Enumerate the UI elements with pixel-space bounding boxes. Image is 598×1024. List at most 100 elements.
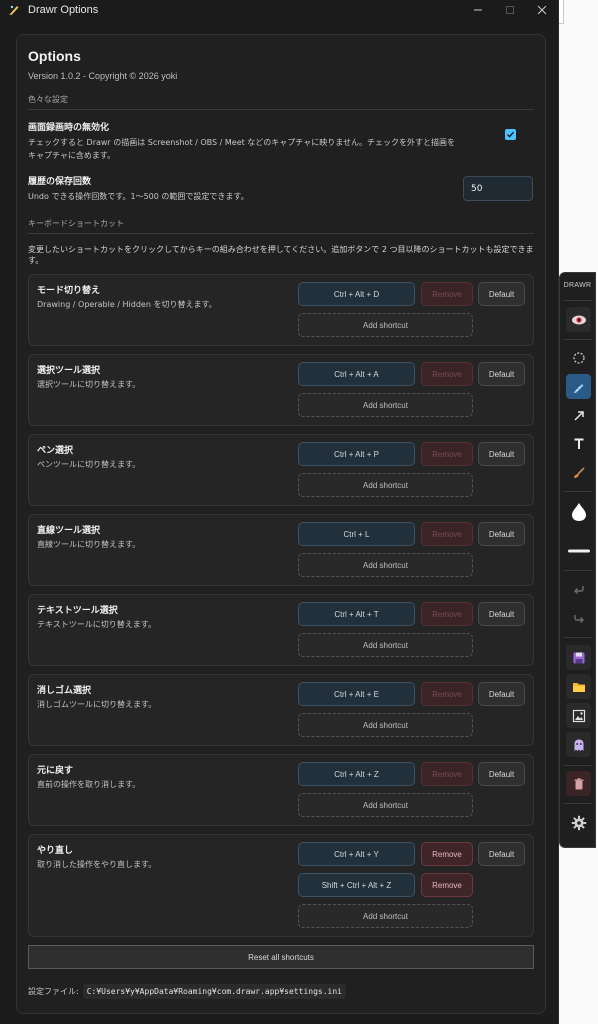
remove-shortcut-button[interactable]: Remove — [421, 602, 473, 626]
close-button[interactable] — [526, 0, 558, 20]
toolbar-divider — [564, 300, 592, 301]
brush-tool-button[interactable] — [566, 460, 591, 485]
ghost-mode-button[interactable] — [566, 732, 591, 757]
lasso-select-icon — [572, 351, 585, 364]
settings-button[interactable] — [566, 810, 591, 835]
shortcut-key-button[interactable]: Ctrl + L — [298, 522, 415, 546]
shortcut-key-button[interactable]: Ctrl + Alt + P — [298, 442, 415, 466]
add-shortcut-button[interactable]: Add shortcut — [298, 313, 473, 337]
remove-shortcut-button[interactable]: Remove — [421, 842, 473, 866]
arrow-icon — [573, 410, 584, 421]
add-shortcut-button[interactable]: Add shortcut — [298, 393, 473, 417]
shortcut-description: 選択ツールに切り替えます。 — [37, 380, 141, 389]
add-shortcut-button[interactable]: Add shortcut — [298, 713, 473, 737]
settings-file-path: C:¥Users¥y¥AppData¥Roaming¥com.drawr.app… — [82, 984, 346, 999]
shortcut-description: 取り消した操作をやり直します。 — [37, 860, 157, 869]
toolbar-title: DRAWR — [563, 282, 592, 289]
shortcut-key-button[interactable]: Ctrl + Alt + Y — [298, 842, 415, 866]
toolbar-divider — [564, 339, 592, 340]
add-shortcut-button[interactable]: Add shortcut — [298, 473, 473, 497]
shortcut-card: 消しゴム選択 消しゴムツールに切り替えます。 Ctrl + Alt + E Remov… — [28, 674, 534, 746]
stroke-width-button[interactable] — [566, 538, 591, 563]
redo-icon — [573, 614, 584, 623]
toolbar-divider — [564, 765, 592, 766]
shortcut-name: モード切り替え — [37, 286, 101, 296]
title-bar[interactable]: Drawr Options — [0, 0, 558, 20]
shortcut-name: テキストツール選択 — [37, 606, 118, 616]
export-image-button[interactable] — [566, 703, 591, 728]
shortcut-card: 選択ツール選択 選択ツールに切り替えます。 Ctrl + Alt + A Remove… — [28, 354, 534, 426]
default-shortcut-button[interactable]: Default — [478, 522, 525, 546]
remove-shortcut-button[interactable]: Remove — [421, 282, 473, 306]
shortcut-key-button[interactable]: Ctrl + Alt + D — [298, 282, 415, 306]
app-icon — [8, 4, 20, 16]
add-shortcut-button[interactable]: Add shortcut — [298, 904, 473, 928]
default-shortcut-button[interactable]: Default — [478, 442, 525, 466]
shortcut-key-button[interactable]: Shift + Ctrl + Alt + Z — [298, 873, 415, 897]
visibility-toggle-button[interactable] — [566, 307, 591, 332]
clear-canvas-button[interactable] — [566, 771, 591, 796]
remove-shortcut-button[interactable]: Remove — [421, 522, 473, 546]
section-misc-heading: 色々な設定 — [28, 94, 534, 110]
eye-icon — [571, 315, 586, 324]
open-folder-icon — [572, 682, 585, 692]
minimize-button[interactable] — [462, 0, 494, 20]
remove-shortcut-button[interactable]: Remove — [421, 762, 473, 786]
add-shortcut-button[interactable]: Add shortcut — [298, 633, 473, 657]
shortcut-description: 直線ツールに切り替えます。 — [37, 540, 141, 549]
shortcut-list: モード切り替え Drawing / Operable / Hidden を切り替え… — [28, 274, 534, 937]
reset-all-shortcuts-button[interactable]: Reset all shortcuts — [28, 945, 534, 969]
disable-capture-label: 画面録画時の無効化 — [28, 123, 110, 133]
remove-shortcut-button[interactable]: Remove — [421, 442, 473, 466]
disable-capture-desc: チェックすると Drawr の描画は Screenshot / OBS / Me… — [28, 138, 455, 160]
remove-shortcut-button[interactable]: Remove — [421, 682, 473, 706]
history-count-input[interactable]: 50 — [463, 176, 533, 201]
shortcut-card: テキストツール選択 テキストツールに切り替えます。 Ctrl + Alt + T Re… — [28, 594, 534, 666]
toolbar-divider — [564, 637, 592, 638]
brush-icon — [573, 466, 585, 478]
toolbar-divider — [564, 491, 592, 492]
checkmark-icon — [507, 131, 515, 138]
page-title: Options — [28, 48, 81, 64]
default-shortcut-button[interactable]: Default — [478, 842, 525, 866]
open-button[interactable] — [566, 674, 591, 699]
stroke-width-icon — [567, 549, 590, 552]
pen-tool-button[interactable] — [566, 374, 591, 399]
default-shortcut-button[interactable]: Default — [478, 282, 525, 306]
opacity-button[interactable] — [566, 499, 591, 524]
shortcut-key-button[interactable]: Ctrl + Alt + A — [298, 362, 415, 386]
default-shortcut-button[interactable]: Default — [478, 762, 525, 786]
text-icon — [574, 438, 583, 449]
default-shortcut-button[interactable]: Default — [478, 682, 525, 706]
save-button[interactable] — [566, 645, 591, 670]
shortcut-key-button[interactable]: Ctrl + Alt + T — [298, 602, 415, 626]
disable-capture-checkbox[interactable] — [505, 129, 516, 140]
setting-disable-capture: 画面録画時の無効化 チェックすると Drawr の描画は Screenshot … — [28, 120, 534, 162]
shortcut-card: 元に戻す 直前の操作を取り消します。 Ctrl + Alt + Z Remove Def… — [28, 754, 534, 826]
select-tool-button[interactable] — [566, 345, 591, 370]
remove-shortcut-button[interactable]: Remove — [421, 362, 473, 386]
shortcut-hint: 変更したいショートカットをクリックしてからキーの組み合わせを押してください。追加… — [28, 245, 534, 265]
text-tool-button[interactable] — [566, 431, 591, 456]
shortcut-key-button[interactable]: Ctrl + Alt + E — [298, 682, 415, 706]
opacity-drop-icon — [571, 502, 586, 521]
shortcut-key-button[interactable]: Ctrl + Alt + Z — [298, 762, 415, 786]
redo-button[interactable] — [566, 605, 591, 630]
remove-shortcut-button[interactable]: Remove — [421, 873, 473, 897]
add-shortcut-button[interactable]: Add shortcut — [298, 553, 473, 577]
shortcut-description: 消しゴムツールに切り替えます。 — [37, 700, 157, 709]
history-label: 履歴の保存回数 — [28, 177, 92, 187]
arrow-tool-button[interactable] — [566, 403, 591, 428]
settings-icon — [571, 815, 586, 830]
shortcut-description: ペンツールに切り替えます。 — [37, 460, 141, 469]
default-shortcut-button[interactable]: Default — [478, 362, 525, 386]
shortcut-name: ペン選択 — [37, 446, 74, 456]
undo-button[interactable] — [566, 576, 591, 601]
default-shortcut-button[interactable]: Default — [478, 602, 525, 626]
toolbar-divider — [564, 570, 592, 571]
add-shortcut-button[interactable]: Add shortcut — [298, 793, 473, 817]
ghost-icon — [574, 739, 583, 751]
shortcut-name: やり直し — [37, 846, 74, 856]
maximize-button[interactable] — [494, 0, 526, 20]
toolbar-divider — [564, 803, 592, 804]
